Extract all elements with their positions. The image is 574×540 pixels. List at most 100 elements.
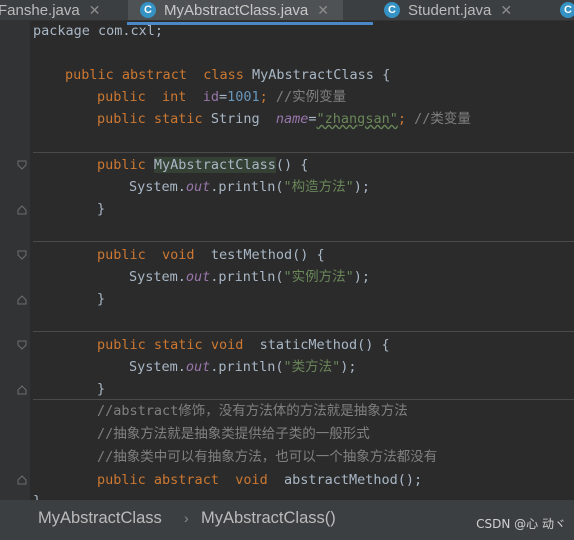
code-line-println: System.out.println("构造方法"); [129,176,370,198]
println-call: .println( [210,359,284,375]
class-c-icon: C [384,2,400,18]
call-close: ); [340,359,357,375]
close-icon[interactable]: ✕ [317,2,329,19]
tab-label: MyAbstractClass.java [164,1,309,19]
brace: } [33,493,41,500]
keyword: public [97,472,146,488]
code-line-class-decl: public abstract class MyAbstractClass { [65,64,390,86]
fold-start-icon[interactable] [17,340,27,350]
brace: } [97,381,106,397]
keyword: public [97,111,146,127]
editor-tab-bar: Fanshe.java ✕ C MyAbstractClass.java ✕ C… [0,0,574,21]
method-separator [33,241,574,242]
semicolon: ; [397,111,406,127]
code-editor[interactable]: package com.cxl; public abstract class M… [33,20,574,500]
class-c-icon: C [140,2,156,18]
breadcrumb: MyAbstractClass › MyAbstractClass() CSDN… [0,500,574,540]
constructor-name: MyAbstractClass [153,157,276,173]
keyword: static [153,337,203,353]
tab-label: Student.java [408,1,492,19]
out-field: out [185,179,211,195]
comment: //实例变量 [275,89,347,105]
keyword: abstract [121,67,187,83]
paren-brace: () { [275,157,309,173]
fold-end-icon[interactable] [17,385,27,395]
keyword: void [235,472,268,488]
code-line-close-brace: } [97,288,105,310]
keyword: static [153,111,203,127]
fold-start-icon[interactable] [17,250,27,260]
fold-end-icon[interactable] [17,295,27,305]
close-icon[interactable]: ✕ [500,2,512,19]
keyword: public [97,247,146,263]
brace: } [97,201,106,217]
call-close: ); [353,179,370,195]
close-icon[interactable]: ✕ [89,2,101,19]
string-literal: "zhangsan" [316,111,398,127]
field-name: name [275,111,309,127]
string-literal: "构造方法" [283,179,354,195]
editor-gutter [0,20,30,500]
comment: //abstract修饰，没有方法体的方法就是抽象方法 [97,403,408,419]
operator: = [218,89,228,105]
paren-brace: () { [357,337,390,353]
brace: } [97,291,106,307]
code-line-println: System.out.println("实例方法"); [129,266,370,288]
tab-overflow[interactable]: C [560,0,574,20]
tab-fanshe[interactable]: Fanshe.java ✕ [0,0,100,20]
code-line-comment: //抽象类中可以有抽象方法，也可以一个抽象方法都没有 [97,446,437,468]
tab-myabstractclass[interactable]: C MyAbstractClass.java ✕ [128,0,343,20]
keyword: public [97,337,146,353]
keyword: void [210,337,244,353]
breadcrumb-class[interactable]: MyAbstractClass [38,509,162,528]
class-c-icon: C [560,2,574,18]
type-name: String [210,111,260,127]
println-call: .println( [210,179,284,195]
tab-label: Fanshe.java [0,1,80,19]
code-line-comment: //抽象方法就是抽象类提供给子类的一般形式 [97,423,370,445]
system-ref: System. [129,269,186,285]
number-literal: 1001 [227,89,260,105]
tab-student[interactable]: C Student.java ✕ [384,0,512,20]
keyword: class [203,67,244,83]
keyword: int [162,89,187,105]
class-name: MyAbstractClass [252,67,374,83]
code-line-static-method: public static void staticMethod() { [97,334,390,356]
keyword: void [162,247,195,263]
comment: //类变量 [414,111,471,127]
println-call: .println( [210,269,284,285]
chevron-right-icon: › [184,510,189,526]
keyword: abstract [153,472,219,488]
string-literal: "类方法" [283,359,341,375]
operator: = [308,111,317,127]
fold-end-icon[interactable] [17,475,27,485]
out-field: out [185,269,211,285]
code-line-close-brace: } [97,378,105,400]
call-close: ); [353,269,370,285]
method-name: abstractMethod [284,472,398,488]
out-field: out [185,359,211,375]
system-ref: System. [129,179,186,195]
code-line-test-method: public void testMethod() { [97,244,325,266]
method-name: staticMethod [259,337,358,353]
code-line-field-name: public static String name="zhangsan"; //… [97,108,471,130]
field-name: id [202,89,219,105]
keyword: public [97,157,146,173]
code-line-package: package com.cxl; [33,20,163,42]
semicolon: ; [259,89,268,105]
brace: { [382,67,391,83]
package-statement: package com.cxl; [33,23,164,39]
paren-brace: () { [292,247,325,263]
code-line-close-brace: } [33,490,41,500]
code-line-comment: //abstract修饰，没有方法体的方法就是抽象方法 [97,400,408,422]
fold-start-icon[interactable] [17,160,27,170]
breadcrumb-method[interactable]: MyAbstractClass() [201,509,336,528]
code-line-field-id: public int id=1001; //实例变量 [97,86,346,108]
watermark: CSDN @心 动ヾ [476,517,566,531]
method-name: testMethod [210,247,293,263]
code-line-abstract-method: public abstract void abstractMethod(); [97,469,422,491]
method-separator [33,331,574,332]
comment: //抽象类中可以有抽象方法，也可以一个抽象方法都没有 [97,449,438,465]
fold-end-icon[interactable] [17,205,27,215]
string-literal: "实例方法" [283,269,354,285]
